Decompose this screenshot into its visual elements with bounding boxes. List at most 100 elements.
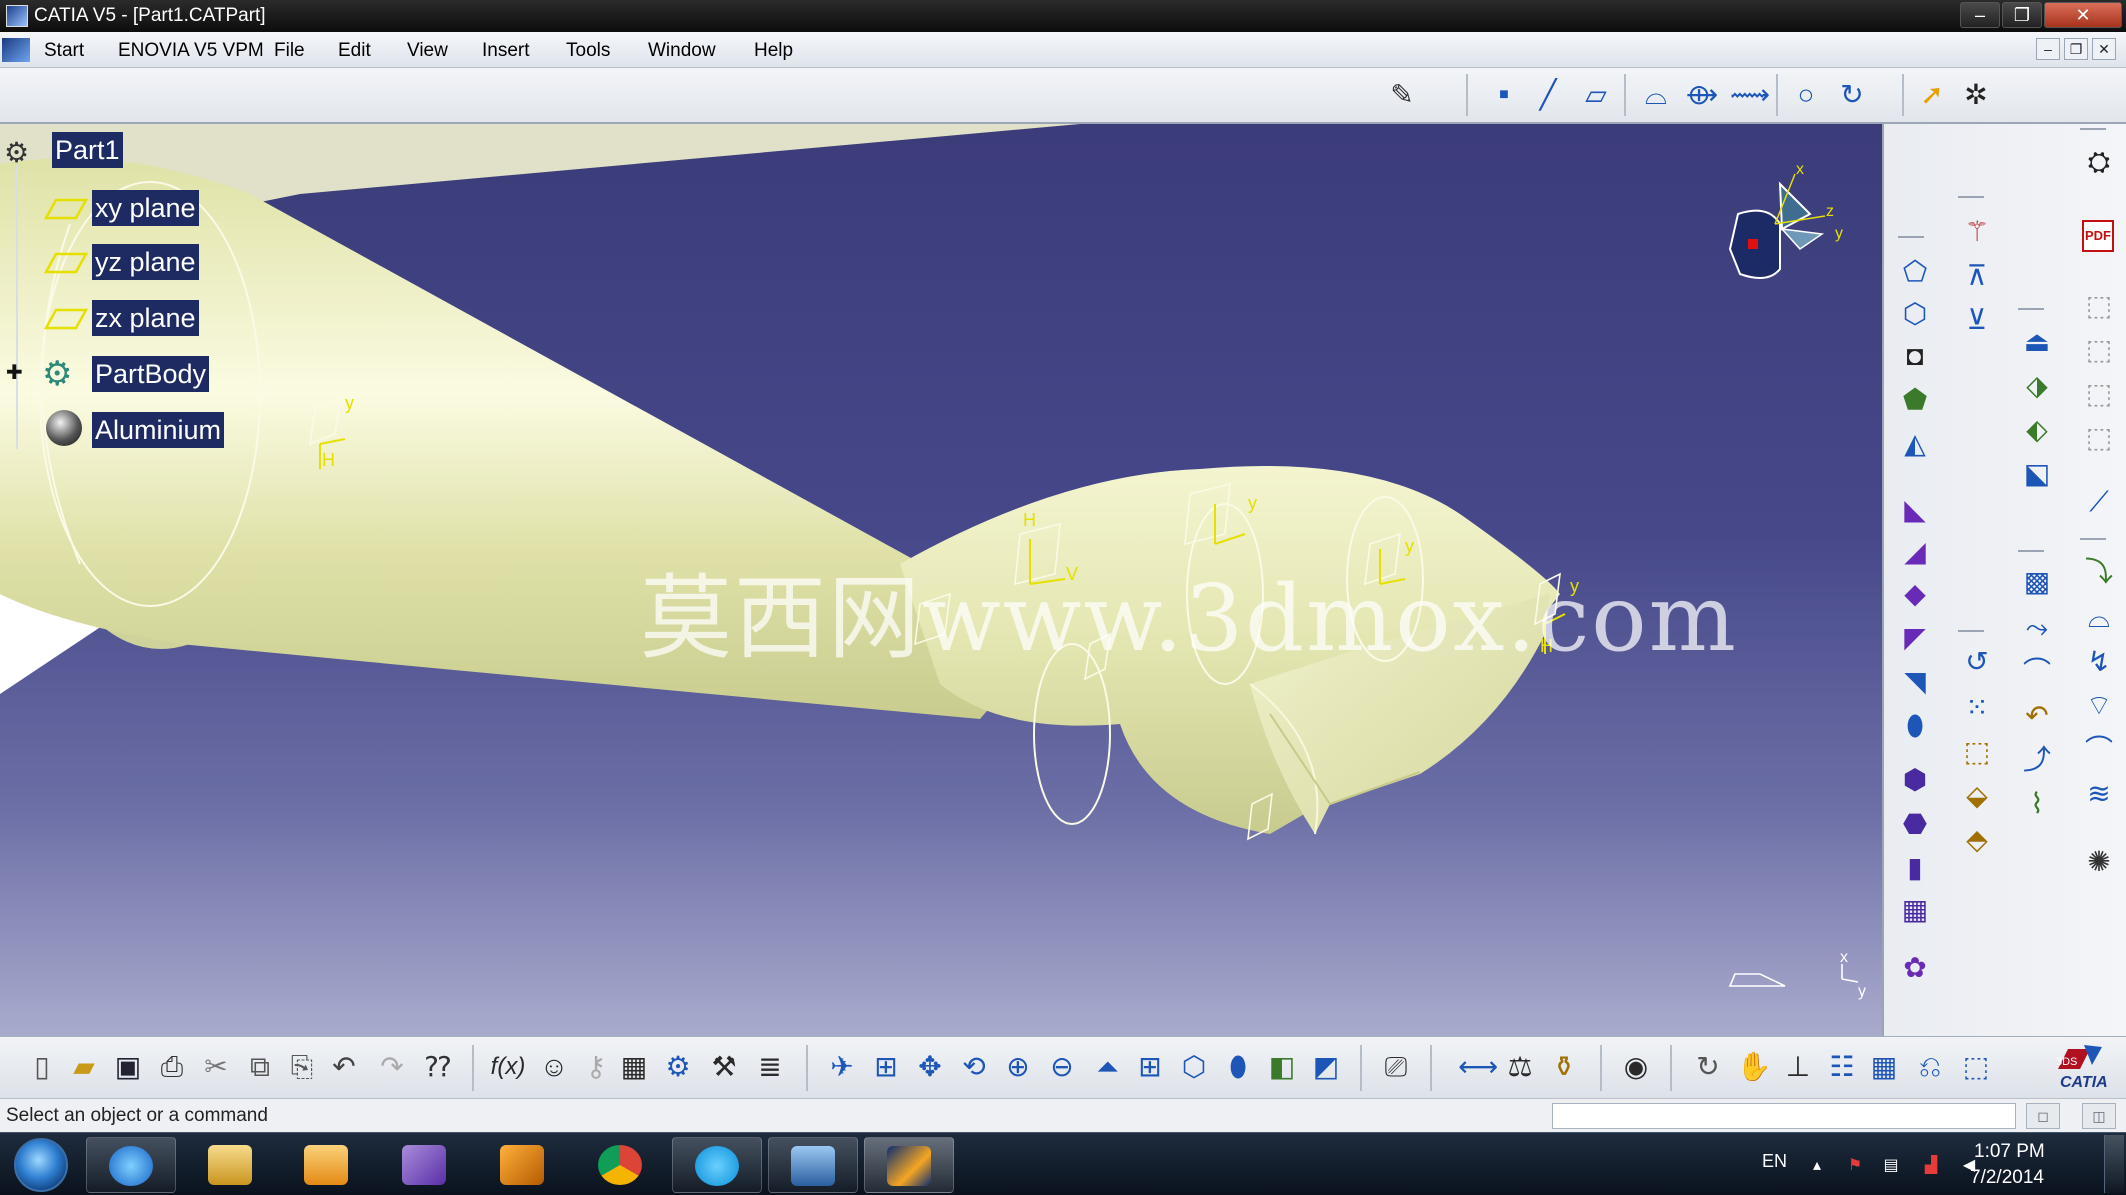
formula-icon[interactable]: f(x)	[490, 1049, 526, 1085]
axis-system-icon[interactable]: ⊥	[1780, 1049, 1816, 1085]
taskbar-skype-button[interactable]	[672, 1137, 762, 1193]
select-trap-icon[interactable]: ✲	[1958, 77, 1994, 113]
show-desktop-button[interactable]	[2104, 1135, 2124, 1193]
tree-item-label[interactable]: yz plane	[92, 244, 199, 280]
offset-icon[interactable]: ⌒	[2018, 654, 2056, 690]
spline-icon[interactable]: ↻	[1834, 77, 1870, 113]
fillet-icon[interactable]: ◣	[1896, 492, 1934, 528]
hand-icon[interactable]: ✋	[1736, 1049, 1772, 1085]
blend-icon[interactable]: ⤳	[2018, 610, 2056, 646]
extrude-icon[interactable]: ⏏	[2018, 324, 2056, 360]
parallel-curve-icon[interactable]: ⟿	[1730, 77, 1770, 113]
slot-icon[interactable]: ◭	[1896, 426, 1934, 462]
fit-all-icon[interactable]: ⊞	[868, 1049, 904, 1085]
mapping-icon[interactable]: ⌔	[2080, 688, 2118, 724]
rotate-icon[interactable]: ⊻	[1958, 302, 1996, 338]
document-restore-button[interactable]: ❐	[2064, 38, 2088, 60]
rule-icon[interactable]: ⚙	[660, 1049, 696, 1085]
menu-start[interactable]: Start	[44, 40, 84, 62]
rotate-view-icon[interactable]: ⟲	[956, 1049, 992, 1085]
sketch-icon[interactable]: ✎	[1384, 77, 1420, 113]
document-icon[interactable]	[2, 38, 30, 62]
capture-icon[interactable]: ◉	[1618, 1049, 1654, 1085]
new-file-icon[interactable]: ▯	[24, 1049, 60, 1085]
knowledge-icon[interactable]: ✺	[2080, 844, 2118, 880]
menu-help[interactable]: Help	[754, 40, 793, 62]
draft-analysis-icon[interactable]: ↯	[2080, 644, 2118, 680]
rib-icon[interactable]: ⬟	[1896, 382, 1934, 418]
menu-enovia[interactable]: ENOVIA V5 VPM	[118, 40, 264, 62]
render-style-icon[interactable]: ⛭	[2080, 144, 2118, 180]
windows-start-button[interactable]	[14, 1138, 68, 1192]
clock-date[interactable]: 7/2/2014	[1970, 1167, 2044, 1189]
sew-surface-icon[interactable]: ▦	[1896, 892, 1934, 928]
tree-item-xy-plane[interactable]: xy plane	[44, 190, 204, 228]
chamfer-icon[interactable]: ◢	[1896, 534, 1934, 570]
tree-item-partbody[interactable]: ✚ ⚙ PartBody	[6, 354, 216, 393]
taskbar-viewer-button[interactable]	[768, 1137, 858, 1193]
print-icon[interactable]: ⎙	[154, 1049, 190, 1085]
corner-icon[interactable]: ↶	[2018, 698, 2056, 734]
intersection-icon[interactable]: ⟴	[1684, 77, 1720, 113]
thread-icon[interactable]: ⬮	[1896, 708, 1934, 744]
pdf-icon[interactable]: PDF	[2082, 220, 2114, 252]
reaction-icon[interactable]: ≣	[752, 1049, 788, 1085]
scaling-icon[interactable]: ⬚	[1958, 734, 1996, 770]
measure-between-icon[interactable]: ⟷	[1458, 1049, 1498, 1085]
measure-icon[interactable]: ⚚	[1958, 214, 1996, 250]
menu-tools[interactable]: Tools	[566, 40, 610, 62]
tree-item-label[interactable]: xy plane	[92, 190, 199, 226]
update-icon[interactable]: ⎚	[1378, 1049, 1414, 1085]
shading-icon[interactable]: ⬮	[1220, 1049, 1256, 1085]
menu-edit[interactable]: Edit	[338, 40, 371, 62]
save-icon[interactable]: ▣	[110, 1049, 146, 1085]
taskbar-ie-button[interactable]	[86, 1137, 176, 1193]
close-button[interactable]: ✕	[2044, 2, 2122, 28]
catia-logo[interactable]: 3DS CATIA	[2050, 1043, 2120, 1093]
plane-icon[interactable]: ▱	[1578, 77, 1614, 113]
menu-window[interactable]: Window	[648, 40, 716, 62]
comment-icon[interactable]: ☺	[536, 1049, 572, 1085]
fill-icon[interactable]: ⬕	[2018, 456, 2056, 492]
construction-icon[interactable]: ⬚	[1958, 1049, 1994, 1085]
grid-icon[interactable]: ▦	[1866, 1049, 1902, 1085]
taskbar-app-button[interactable]	[478, 1137, 568, 1193]
refresh-icon[interactable]: ↻	[1690, 1049, 1726, 1085]
tree-item-label[interactable]: Aluminium	[92, 412, 225, 448]
3d-viewport[interactable]: H y H V y y y H x z y x y 莫西网www.3dmox.c…	[0, 124, 1882, 1036]
tree-item-aluminium[interactable]: Aluminium	[44, 408, 234, 448]
taskbar-catia-button[interactable]	[864, 1137, 954, 1193]
pan-icon[interactable]: ✥	[912, 1049, 948, 1085]
lock-icon[interactable]: ⚷	[578, 1049, 614, 1085]
symmetry-icon[interactable]: ⬘	[1958, 822, 1996, 858]
close-surface-icon[interactable]: ▮	[1896, 850, 1934, 886]
normal-view-icon[interactable]: ⏶	[1090, 1049, 1126, 1085]
table-icon[interactable]: ▦	[616, 1049, 652, 1085]
pocket-icon[interactable]: ⬡	[1896, 296, 1934, 332]
show-hidden-icons-icon[interactable]: ▴	[1806, 1155, 1828, 1175]
measure-item-icon[interactable]: ⚖	[1502, 1049, 1538, 1085]
fly-mode-icon[interactable]: ✈	[824, 1049, 860, 1085]
document-minimize-button[interactable]: –	[2036, 38, 2060, 60]
menu-view[interactable]: View	[407, 40, 448, 62]
snap-icon[interactable]: ⎌	[1912, 1049, 1948, 1085]
catia-app-icon[interactable]	[6, 5, 28, 27]
command-input[interactable]	[1552, 1103, 2016, 1129]
cut-icon[interactable]: ✂	[198, 1049, 234, 1085]
document-close-button[interactable]: ✕	[2092, 38, 2116, 60]
swap-space-icon[interactable]: ◩	[1308, 1049, 1344, 1085]
menu-insert[interactable]: Insert	[482, 40, 530, 62]
line-icon[interactable]: ╱	[1530, 77, 1566, 113]
thickness-icon[interactable]: ◥	[1896, 664, 1934, 700]
sweep-icon[interactable]: ⬖	[2018, 412, 2056, 448]
minimize-button[interactable]: –	[1960, 2, 2000, 28]
menu-file[interactable]: File	[274, 40, 305, 62]
shell-icon[interactable]: ◤	[1896, 620, 1934, 656]
tangent-icon[interactable]: ⌒	[2080, 732, 2118, 768]
open-folder-icon[interactable]: ▰	[66, 1049, 102, 1085]
status-button[interactable]: ◫	[2082, 1103, 2116, 1129]
surface-analysis-icon[interactable]: ⌓	[2080, 600, 2118, 636]
tree-view-icon[interactable]: ☷	[1824, 1049, 1860, 1085]
taskbar-media-button[interactable]	[282, 1137, 372, 1193]
power-icon[interactable]: ▤	[1880, 1155, 1902, 1175]
